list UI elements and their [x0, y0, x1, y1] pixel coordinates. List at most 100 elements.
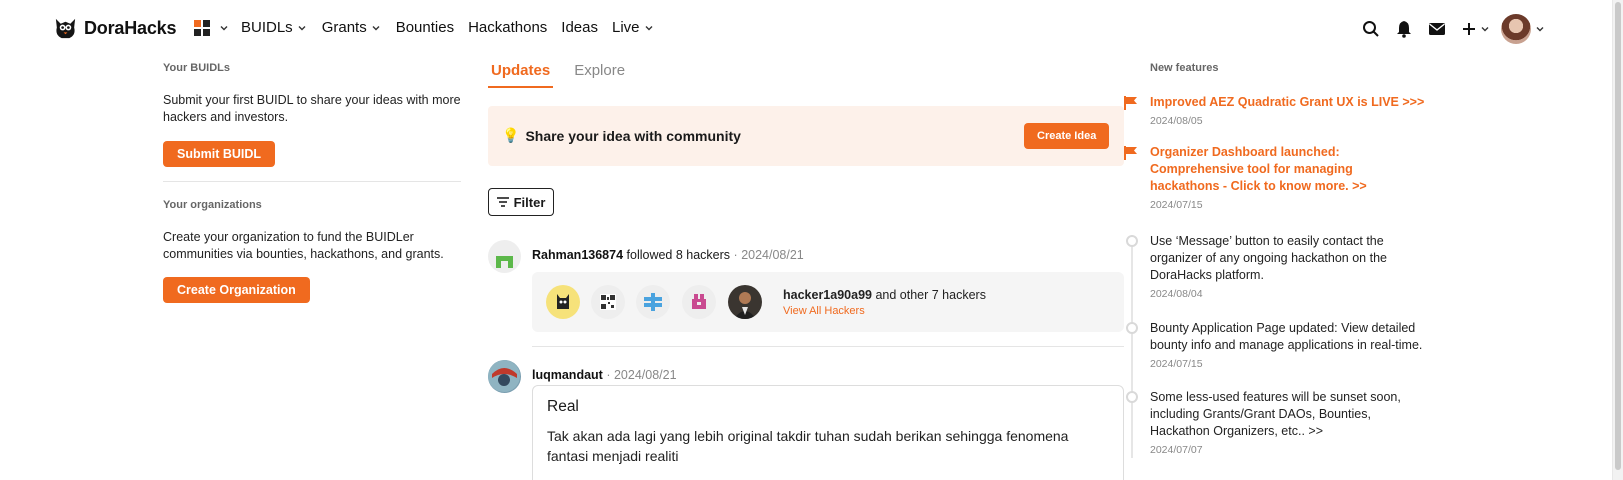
identicon-blue-icon [644, 293, 662, 311]
avatar[interactable] [546, 285, 580, 319]
avatar[interactable] [488, 360, 521, 393]
feed-item-header: Rahman136874 followed 8 hackers · 2024/0… [532, 248, 804, 262]
submit-buidl-button[interactable]: Submit BUIDL [163, 141, 276, 167]
chevron-down-icon [298, 25, 306, 30]
scrollbar-thumb[interactable] [1615, 2, 1621, 470]
search-button[interactable] [1360, 18, 1382, 40]
flag-icon [1124, 96, 1137, 110]
brand-name: DoraHacks [84, 18, 177, 38]
share-idea-banner: 💡 Share your idea with community Create … [488, 106, 1124, 166]
nav-buidls[interactable]: BUIDLs [241, 19, 308, 36]
feature-date: 2024/07/07 [1150, 444, 1203, 456]
share-idea-text: Share your idea with community [525, 127, 741, 144]
hacker-name-link[interactable]: hacker1a90a99 [783, 288, 872, 302]
idea-post-card[interactable]: Real Tak akan ada lagi yang lebih origin… [532, 385, 1124, 480]
apps-grid-icon [194, 20, 210, 36]
search-icon [1363, 21, 1379, 37]
chevron-down-icon [1536, 27, 1544, 32]
tab-explore[interactable]: Explore [571, 58, 628, 88]
post-body: Tak akan ada lagi yang lebih original ta… [547, 428, 1069, 464]
feature-date: 2024/08/04 [1150, 288, 1203, 300]
chevron-down-icon [1481, 27, 1488, 32]
feed-date: 2024/08/21 [741, 248, 804, 262]
feature-title: Use ‘Message’ button to easily contact t… [1150, 234, 1387, 282]
other-hackers-text: and other 7 hackers [875, 288, 986, 302]
organizations-description: Create your organization to fund the BUI… [163, 230, 444, 261]
avatar[interactable] [728, 285, 762, 319]
tab-updates[interactable]: Updates [488, 58, 554, 88]
apps-menu-button[interactable] [194, 20, 230, 36]
user-menu-button[interactable] [1501, 14, 1546, 44]
feature-date: 2024/07/15 [1150, 199, 1203, 211]
feature-item[interactable]: Organizer Dashboard launched: Comprehens… [1124, 144, 1420, 211]
feature-item[interactable]: Improved AEZ Quadratic Grant UX is LIVE … [1124, 94, 1440, 127]
feed-item-header: luqmandaut · 2024/08/21 [532, 368, 677, 382]
plus-icon [1462, 23, 1475, 35]
identicon-pink-icon [692, 294, 706, 309]
filter-button[interactable]: Filter [488, 188, 554, 216]
chevron-down-icon [372, 25, 380, 30]
chevron-down-icon [220, 26, 228, 31]
feature-date: 2024/08/05 [1150, 115, 1203, 127]
user-avatar [1501, 14, 1531, 44]
identicon-green-icon [496, 256, 513, 268]
person-avatar-icon [734, 292, 756, 319]
page-scrollbar[interactable] [1612, 0, 1623, 480]
new-features-title: New features [1150, 62, 1219, 74]
feed-action: followed 8 hackers [626, 248, 731, 262]
avatar[interactable] [591, 285, 625, 319]
feature-item[interactable]: Use ‘Message’ button to easily contact t… [1126, 233, 1400, 300]
cat-avatar-icon [557, 294, 569, 309]
nav-actions [1360, 14, 1546, 44]
brand-logo[interactable]: DoraHacks [53, 16, 176, 41]
nav-bounties[interactable]: Bounties [396, 19, 454, 36]
post-title: Real [547, 398, 579, 415]
nav-hackathons[interactable]: Hackathons [468, 19, 547, 36]
main-feed: Updates Explore 💡 Share your idea with c… [488, 58, 1124, 480]
mail-icon [1429, 23, 1445, 35]
feed-user-link[interactable]: luqmandaut [532, 368, 603, 382]
user-avatar-icon [488, 360, 520, 392]
feed-date: 2024/08/21 [613, 368, 677, 382]
nav-grants[interactable]: Grants [322, 19, 382, 36]
your-buidls-title: Your BUIDLs [163, 62, 231, 74]
chevron-down-icon [645, 25, 653, 30]
feed-tabs: Updates Explore [488, 58, 1124, 88]
feed-user-link[interactable]: Rahman136874 [532, 248, 623, 262]
timeline-dot [1126, 391, 1138, 403]
notifications-button[interactable] [1393, 18, 1415, 40]
create-idea-button[interactable]: Create Idea [1024, 123, 1110, 149]
create-organization-button[interactable]: Create Organization [163, 277, 310, 303]
feature-title: Improved AEZ Quadratic Grant UX is LIVE … [1150, 95, 1425, 109]
messages-button[interactable] [1426, 18, 1448, 40]
lightbulb-icon: 💡 [502, 127, 520, 143]
your-organizations-title: Your organizations [163, 199, 262, 211]
buidls-description: Submit your first BUIDL to share your id… [163, 93, 461, 124]
timeline-dot [1126, 235, 1138, 247]
qr-code-icon [600, 294, 616, 310]
flag-icon [1124, 146, 1137, 160]
timeline-dot [1126, 322, 1138, 334]
main-nav-links: BUIDLs Grants Bounties Hackathons Ideas … [241, 19, 669, 36]
feature-title: Bounty Application Page updated: View de… [1150, 321, 1423, 352]
feature-title: Some less-used features will be sunset s… [1150, 390, 1401, 438]
top-nav: DoraHacks BUIDLs Grants Bounties Hackath… [0, 0, 1623, 58]
followed-hackers-card: hacker1a90a99 and other 7 hackers View A… [532, 272, 1124, 332]
view-all-hackers-link[interactable]: View All Hackers [783, 305, 865, 317]
feature-item[interactable]: Bounty Application Page updated: View de… [1126, 320, 1430, 370]
nav-ideas[interactable]: Ideas [561, 19, 598, 36]
timeline-line [1131, 238, 1133, 458]
feature-date: 2024/07/15 [1150, 358, 1203, 370]
dorahacks-logo-icon [55, 18, 76, 39]
nav-live[interactable]: Live [612, 19, 655, 36]
avatar[interactable] [488, 240, 521, 273]
bell-icon [1397, 21, 1411, 38]
avatar[interactable] [636, 285, 670, 319]
divider [163, 181, 461, 182]
feature-title: Organizer Dashboard launched: Comprehens… [1150, 145, 1367, 193]
avatar[interactable] [682, 285, 716, 319]
create-menu-button[interactable] [1459, 18, 1493, 40]
filter-icon [496, 197, 509, 207]
feature-item[interactable]: Some less-used features will be sunset s… [1126, 389, 1430, 456]
divider [532, 346, 1124, 347]
